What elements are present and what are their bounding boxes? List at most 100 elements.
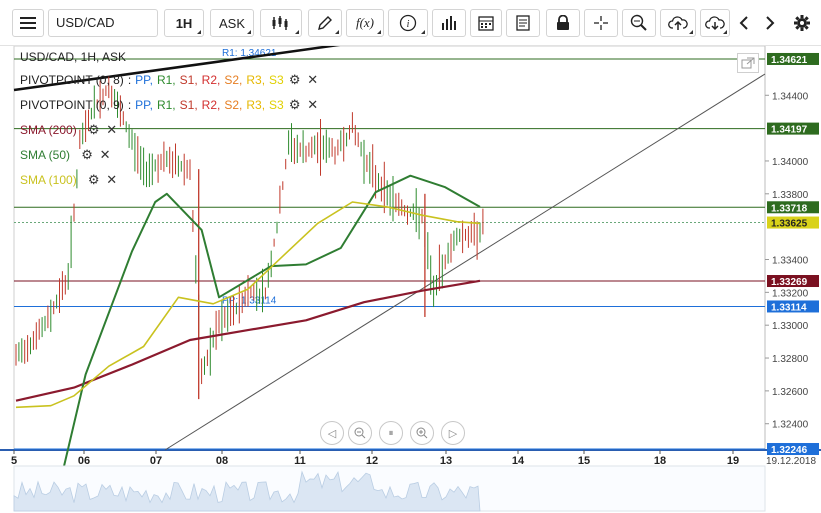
price-tick-label: 1.33000 bbox=[772, 321, 809, 332]
chart-type-button[interactable] bbox=[260, 9, 302, 37]
bars-icon bbox=[442, 16, 456, 30]
scroll-right-button[interactable] bbox=[758, 9, 782, 37]
pivot-1-r1: R1, bbox=[156, 73, 176, 87]
scroll-left-button[interactable] bbox=[732, 9, 756, 37]
zoom-out-icon bbox=[354, 427, 366, 439]
zoom-in-icon bbox=[416, 427, 428, 439]
date-tick-label: 18 bbox=[654, 455, 666, 467]
pivot-1-r2: R2, bbox=[201, 73, 221, 87]
gear-icon[interactable]: ⚙ bbox=[80, 147, 94, 162]
legend-sma-50: SMA (50) ⚙ ✕ bbox=[20, 147, 112, 162]
date-tick-label: 06 bbox=[78, 455, 90, 467]
price-tag-label: 1.33269 bbox=[771, 277, 808, 288]
price-type-button[interactable]: ASK bbox=[210, 9, 254, 37]
gear-icon[interactable]: ⚙ bbox=[87, 172, 101, 187]
price-tag-label: 1.33625 bbox=[771, 219, 808, 230]
symbol-input[interactable]: USD/CAD bbox=[48, 9, 158, 37]
legend-header-text: USD/CAD, 1H, ASK bbox=[20, 50, 127, 64]
zoom-icon bbox=[630, 14, 647, 31]
expand-icon bbox=[741, 57, 755, 69]
volume-button[interactable] bbox=[432, 9, 466, 37]
settings-button[interactable] bbox=[788, 9, 816, 37]
document-icon bbox=[516, 15, 530, 31]
pivot-2-r3: R3, bbox=[246, 98, 266, 112]
indicators-button[interactable]: f(x) bbox=[346, 9, 384, 37]
price-tick-label: 1.32400 bbox=[772, 420, 809, 431]
sma-100-label: SMA (100) bbox=[20, 173, 77, 187]
pivot-2-s3: S3 bbox=[269, 98, 284, 112]
chart-area[interactable]: PP: 1.33114 R1: 1.34621 1.34400 1.34000 1.3… bbox=[0, 46, 821, 513]
menu-icon bbox=[20, 17, 36, 29]
date-tick-label: 5 bbox=[11, 455, 17, 467]
date-tick-label: 08 bbox=[216, 455, 228, 467]
date-tick-label: 11 bbox=[294, 455, 306, 467]
close-icon[interactable]: ✕ bbox=[105, 122, 119, 137]
price-tick-label: 1.33800 bbox=[772, 190, 809, 201]
close-icon[interactable]: ✕ bbox=[306, 72, 320, 87]
close-icon[interactable]: ✕ bbox=[306, 97, 320, 112]
legend-sma-100: SMA (100) ⚙ ✕ bbox=[20, 172, 119, 187]
price-tag-label: 1.33718 bbox=[771, 203, 808, 214]
zoom-button[interactable] bbox=[622, 9, 656, 37]
lock-button[interactable] bbox=[546, 9, 580, 37]
price-tag-label: 1.34197 bbox=[771, 125, 808, 136]
calendar-button[interactable] bbox=[470, 9, 502, 37]
triangle-right-icon: ▷ bbox=[448, 427, 458, 440]
interval-label: 1H bbox=[175, 15, 193, 31]
nav-forward-button[interactable]: ▷ bbox=[441, 421, 465, 445]
pivot-2-s1: S1, bbox=[179, 98, 198, 112]
gear-icon[interactable]: ⚙ bbox=[87, 122, 101, 137]
price-tick-label: 1.32600 bbox=[772, 387, 809, 398]
upload-button[interactable] bbox=[660, 9, 696, 37]
price-tick-label: 1.34000 bbox=[772, 157, 809, 168]
close-icon[interactable]: ✕ bbox=[105, 172, 119, 187]
price-tag-label: 1.32246 bbox=[771, 445, 808, 456]
date-tick-label: 12 bbox=[366, 455, 378, 467]
expand-button[interactable] bbox=[737, 53, 759, 73]
pivot-1-r3: R3, bbox=[246, 73, 266, 87]
chevron-right-icon bbox=[766, 16, 775, 30]
price-tick-label: 1.32800 bbox=[772, 354, 809, 365]
zoom-out-button[interactable] bbox=[348, 421, 372, 445]
download-button[interactable] bbox=[700, 9, 730, 37]
download-cloud-icon bbox=[705, 16, 725, 31]
pivot-1-s3: S3 bbox=[269, 73, 284, 87]
date-tick-label: 07 bbox=[150, 455, 162, 467]
pencil-icon bbox=[318, 16, 332, 30]
reset-view-button[interactable]: ⏸ bbox=[379, 421, 403, 445]
legend-header: USD/CAD, 1H, ASK bbox=[20, 50, 126, 64]
pivot-2-name: PIVOTPOINT (0, 9) bbox=[20, 98, 124, 112]
pivot-2-r1: R1, bbox=[156, 98, 176, 112]
close-icon[interactable]: ✕ bbox=[98, 147, 112, 162]
date-tick-label: 14 bbox=[512, 455, 525, 467]
pivot-2-sep: : bbox=[127, 98, 132, 112]
gear-icon[interactable]: ⚙ bbox=[288, 97, 302, 112]
pivot-1-pp: PP, bbox=[135, 73, 153, 87]
candles-icon bbox=[272, 16, 288, 30]
gear-icon[interactable]: ⚙ bbox=[288, 72, 302, 87]
chevron-left-icon bbox=[739, 16, 748, 30]
trendline-grey bbox=[164, 73, 766, 451]
interval-button[interactable]: 1H bbox=[164, 9, 204, 37]
pivot-2-r2: R2, bbox=[201, 98, 221, 112]
zoom-in-button[interactable] bbox=[410, 421, 434, 445]
menu-button[interactable] bbox=[12, 9, 44, 37]
settings-icon bbox=[794, 15, 810, 31]
sma-50-label: SMA (50) bbox=[20, 148, 71, 162]
price-tick-label: 1.33400 bbox=[772, 255, 809, 266]
price-chart[interactable]: PP: 1.33114R1: 1.34621 1.344001.340001.3… bbox=[0, 46, 821, 513]
sma-200-label: SMA (200) bbox=[20, 123, 77, 137]
draw-button[interactable] bbox=[308, 9, 342, 37]
nav-back-button[interactable]: ◁ bbox=[320, 421, 344, 445]
toolbar: USD/CAD 1H ASK f(x) i bbox=[0, 0, 821, 46]
crosshair-button[interactable] bbox=[584, 9, 618, 37]
pivot-1-sep: : bbox=[127, 73, 132, 87]
date-tick-label: 13 bbox=[440, 455, 452, 467]
calendar-icon bbox=[478, 16, 494, 31]
function-icon: f(x) bbox=[355, 15, 375, 30]
pivot-1-s1: S1, bbox=[179, 73, 198, 87]
info-button[interactable]: i bbox=[388, 9, 428, 37]
lock-icon bbox=[557, 15, 569, 30]
document-button[interactable] bbox=[506, 9, 540, 37]
pivot-2-pp: PP, bbox=[135, 98, 153, 112]
